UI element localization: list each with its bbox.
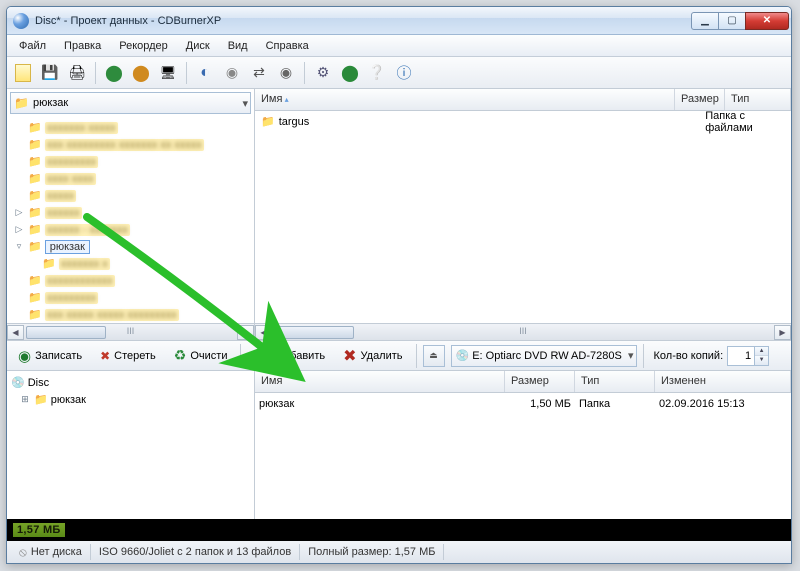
chevron-down-icon[interactable]	[628, 349, 634, 362]
list-item[interactable]: рюкзак 1,50 МБ Папка 02.09.2016 15:13	[259, 395, 791, 412]
scroll-right-icon[interactable]: ▶	[237, 325, 254, 340]
info-icon[interactable]	[392, 61, 416, 85]
clear-icon	[174, 347, 187, 364]
tree-item[interactable]: рюкзак	[11, 391, 254, 408]
audio-icon[interactable]	[193, 61, 217, 85]
folder-dropdown[interactable]: рюкзак	[10, 92, 251, 114]
minimize-button[interactable]	[691, 12, 719, 30]
expand-icon[interactable]	[19, 394, 31, 405]
col-modified[interactable]: Изменен	[655, 371, 791, 392]
update-icon[interactable]	[338, 61, 362, 85]
menu-disc[interactable]: Диск	[178, 37, 218, 55]
window-title: Disc* - Проект данных - CDBurnerXP	[35, 15, 692, 27]
scrollbar-horizontal[interactable]: ◀ III ▶	[255, 323, 791, 340]
new-icon[interactable]	[11, 61, 35, 85]
status-nodisc: Нет диска	[11, 544, 91, 560]
status-bar: Нет диска ISO 9660/Joliet с 2 папок и 13…	[7, 541, 791, 563]
project-file-list: Имя Размер Тип Изменен рюкзак 1,50 МБ Па…	[255, 371, 791, 519]
copies-spinner[interactable]: ▲▼	[727, 346, 769, 366]
col-name[interactable]: Имя	[255, 89, 675, 110]
source-file-pane: Имя Размер Тип targus Папка с файлами ◀ …	[255, 89, 791, 340]
col-size[interactable]: Размер	[505, 371, 575, 392]
separator	[95, 62, 96, 84]
print-icon[interactable]	[65, 61, 89, 85]
delete-button[interactable]: Удалить	[336, 343, 409, 369]
burn-button[interactable]: Записать	[11, 343, 89, 369]
action-bar: Записать Стереть Очисти Добавить Удалить…	[7, 341, 791, 371]
disc-icon[interactable]	[220, 61, 244, 85]
copies-control: Кол-во копий: ▲▼	[654, 346, 770, 366]
toolbar	[7, 57, 791, 89]
folder-tree[interactable]: xxxxxxx xxxxx xxx xxxxxxxxx xxxxxxx xx x…	[7, 117, 254, 323]
menu-help[interactable]: Справка	[258, 37, 317, 55]
copies-input[interactable]	[728, 350, 754, 362]
arrows-icon[interactable]	[247, 61, 271, 85]
plus-icon	[254, 343, 272, 369]
column-headers[interactable]: Имя Размер Тип Изменен	[255, 371, 791, 393]
save-icon[interactable]	[38, 61, 62, 85]
maximize-button[interactable]	[718, 12, 746, 30]
globe-orange-icon[interactable]	[129, 61, 153, 85]
erase-button[interactable]: Стереть	[93, 343, 163, 369]
help-icon[interactable]	[365, 61, 389, 85]
separator	[416, 344, 417, 368]
clear-button[interactable]: Очисти	[167, 343, 235, 369]
column-headers[interactable]: Имя Размер Тип	[255, 89, 791, 111]
globe-green-icon[interactable]	[102, 61, 126, 85]
burn-icon	[18, 347, 31, 365]
separator	[186, 62, 187, 84]
tree-item-selected[interactable]: рюкзак	[13, 238, 254, 255]
disc-icon	[11, 376, 28, 389]
status-iso: ISO 9660/Joliet с 2 папок и 13 файлов	[91, 544, 300, 560]
source-tree-pane: рюкзак xxxxxxx xxxxx xxx xxxxxxxxx xxxxx…	[7, 89, 255, 340]
app-icon	[13, 13, 29, 29]
folder-icon	[14, 96, 33, 110]
folder-dropdown-label: рюкзак	[33, 97, 68, 109]
nodisc-icon	[19, 545, 27, 560]
monitor-icon[interactable]	[156, 61, 180, 85]
separator	[304, 62, 305, 84]
file-list[interactable]: targus Папка с файлами	[255, 111, 791, 323]
col-name[interactable]: Имя	[255, 371, 505, 392]
separator	[240, 344, 241, 368]
x-icon	[343, 346, 356, 366]
scroll-left-icon[interactable]: ◀	[7, 325, 24, 340]
eject-button[interactable]	[423, 345, 445, 367]
drive-dropdown[interactable]: E: Optiarc DVD RW AD-7280S	[451, 345, 637, 367]
col-type[interactable]: Тип	[575, 371, 655, 392]
scroll-left-icon[interactable]: ◀	[255, 325, 272, 340]
folder-icon	[25, 240, 45, 253]
folder-icon	[31, 393, 51, 406]
file-list-body[interactable]: рюкзак 1,50 МБ Папка 02.09.2016 15:13	[255, 393, 791, 519]
add-button[interactable]: Добавить	[247, 343, 332, 369]
menu-edit[interactable]: Правка	[56, 37, 109, 55]
menubar: Файл Правка Рекордер Диск Вид Справка	[7, 35, 791, 57]
col-size[interactable]: Размер	[675, 89, 725, 110]
folder-icon	[259, 115, 279, 128]
size-bar[interactable]: 1,57 МБ	[7, 519, 791, 541]
erase-icon	[100, 347, 110, 364]
menu-recorder[interactable]: Рекордер	[111, 37, 176, 55]
scroll-thumb[interactable]	[274, 326, 354, 339]
disc-icon	[456, 349, 473, 362]
play-icon[interactable]	[274, 61, 298, 85]
app-window: Disc* - Проект данных - CDBurnerXP Файл …	[6, 6, 792, 564]
separator	[643, 344, 644, 368]
status-fullsize: Полный размер: 1,57 МБ	[300, 544, 444, 560]
chevron-down-icon[interactable]	[242, 97, 248, 110]
menu-view[interactable]: Вид	[220, 37, 256, 55]
col-type[interactable]: Тип	[725, 89, 791, 110]
scroll-thumb[interactable]	[26, 326, 106, 339]
spin-up-icon[interactable]: ▲	[755, 347, 768, 356]
project-tree[interactable]: Disc рюкзак	[7, 371, 255, 519]
list-item[interactable]: targus Папка с файлами	[259, 113, 791, 130]
gear-icon[interactable]	[311, 61, 335, 85]
tree-root[interactable]: Disc	[11, 374, 254, 391]
menu-file[interactable]: Файл	[11, 37, 54, 55]
scrollbar-horizontal[interactable]: ◀ III ▶	[7, 323, 254, 340]
titlebar[interactable]: Disc* - Проект данных - CDBurnerXP	[7, 7, 791, 35]
spin-down-icon[interactable]: ▼	[755, 356, 768, 365]
close-button[interactable]	[745, 12, 789, 30]
scroll-right-icon[interactable]: ▶	[774, 325, 791, 340]
